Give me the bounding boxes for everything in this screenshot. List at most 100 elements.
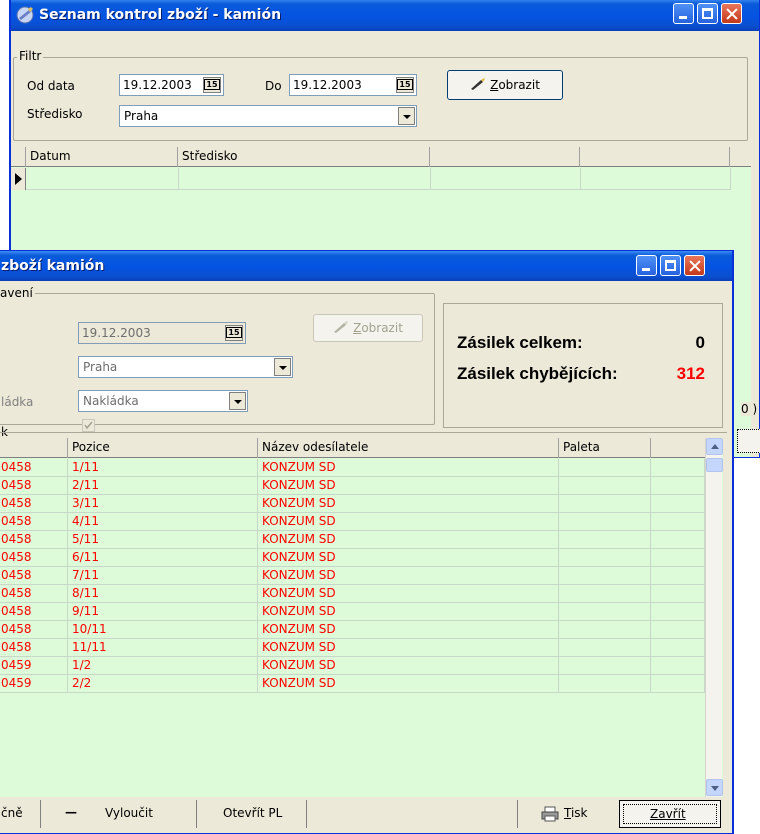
table-row[interactable]: 0458 5/11 KONZUM SD <box>0 531 705 549</box>
table-cell <box>651 549 705 567</box>
center-select-disabled[interactable]: Praha <box>78 356 293 378</box>
show-button-label: obrazit <box>498 78 540 92</box>
table-cell <box>559 531 651 549</box>
printer-icon <box>540 806 560 825</box>
table-row[interactable]: 0458 2/11 KONZUM SD <box>0 477 705 495</box>
bottom-toolbar: čně — Vyloučit Otevřít PL Tisk Zavřít <box>0 798 731 831</box>
back-grid-header: Datum Středisko <box>11 147 751 167</box>
open-pl-button[interactable]: Otevřít PL <box>207 800 307 828</box>
column-header-stredisko[interactable]: Středisko <box>178 147 430 167</box>
from-date-field[interactable]: 19.12.2003 15 <box>119 74 224 96</box>
table-row[interactable]: 0458 7/11 KONZUM SD <box>0 567 705 585</box>
table-row[interactable]: 0458 11/11 KONZUM SD <box>0 639 705 657</box>
table-row[interactable]: 0458 10/11 KONZUM SD <box>0 621 705 639</box>
table-row[interactable]: 0458 3/11 KONZUM SD <box>0 495 705 513</box>
table-cell: 3/11 <box>68 495 258 513</box>
center-select[interactable]: Praha <box>119 105 417 127</box>
table-cell <box>559 621 651 639</box>
from-date-label: Od data <box>27 79 75 93</box>
back-edge-text: 0 ) <box>741 402 758 416</box>
back-edge-button[interactable] <box>737 429 760 453</box>
back-window-titlebar[interactable]: Seznam kontrol zboží - kamión <box>11 0 759 31</box>
center-select-value: Praha <box>124 109 159 123</box>
table-cell: 0458 <box>0 459 68 477</box>
table-cell <box>559 585 651 603</box>
scroll-up-button[interactable] <box>706 438 723 455</box>
close-window-button[interactable] <box>684 255 705 276</box>
table-cell: 2/2 <box>68 675 258 693</box>
table-row[interactable]: 0458 4/11 KONZUM SD <box>0 513 705 531</box>
table-row[interactable]: 0458 6/11 KONZUM SD <box>0 549 705 567</box>
scroll-down-button[interactable] <box>706 779 723 796</box>
table-cell: KONZUM SD <box>258 657 559 675</box>
maximize-button[interactable] <box>697 3 718 24</box>
column-header-nazev[interactable]: Název odesílatele <box>258 438 559 458</box>
column-header-3[interactable] <box>430 147 580 167</box>
table-cell <box>559 567 651 585</box>
checkbox-disabled[interactable] <box>82 419 95 432</box>
chevron-down-icon[interactable] <box>398 107 415 125</box>
table-cell <box>651 621 705 639</box>
column-header-pozice[interactable]: Pozice <box>68 438 258 458</box>
table-row[interactable]: 0459 2/2 KONZUM SD <box>0 675 705 693</box>
table-cell <box>651 531 705 549</box>
show-button-label: obrazit <box>361 321 403 335</box>
chevron-down-icon[interactable] <box>274 358 291 376</box>
column-header-id[interactable] <box>0 438 68 458</box>
maximize-button[interactable] <box>660 255 681 276</box>
table-cell <box>651 567 705 585</box>
calendar-icon[interactable]: 15 <box>203 77 221 93</box>
table-row[interactable]: 0458 9/11 KONZUM SD <box>0 603 705 621</box>
date-field[interactable]: 19.12.2003 15 <box>78 322 246 344</box>
front-window-title: zboží kamión <box>1 258 105 274</box>
table-row[interactable]: 0458 1/11 KONZUM SD <box>0 459 705 477</box>
close-button-label: Zavřít <box>650 807 686 821</box>
table-cell: KONZUM SD <box>258 549 559 567</box>
minimize-button[interactable] <box>673 3 694 24</box>
missing-value: 312 <box>676 364 705 383</box>
partial-button-label: čně <box>1 806 23 820</box>
vertical-scrollbar[interactable] <box>705 438 723 797</box>
close-window-button[interactable] <box>721 3 742 24</box>
missing-label: Zásilek chybějících: <box>457 364 618 383</box>
table-cell: 1/11 <box>68 459 258 477</box>
column-header-datum[interactable]: Datum <box>26 147 178 167</box>
indicator-header <box>11 147 26 167</box>
close-button[interactable]: Zavřít <box>619 800 721 828</box>
table-cell: KONZUM SD <box>258 675 559 693</box>
table-row[interactable]: 0458 8/11 KONZUM SD <box>0 585 705 603</box>
calendar-icon[interactable]: 15 <box>396 77 414 93</box>
column-header-paleta[interactable]: Paleta <box>559 438 651 458</box>
table-cell: KONZUM SD <box>258 459 559 477</box>
show-button[interactable]: Zobrazit <box>447 70 563 100</box>
chevron-down-icon[interactable] <box>229 392 246 410</box>
calendar-icon[interactable]: 15 <box>225 325 243 341</box>
back-grid-row[interactable] <box>11 168 731 190</box>
center-select-value: Praha <box>83 360 118 374</box>
minimize-button[interactable] <box>636 255 657 276</box>
date-field-value: 19.12.2003 <box>82 326 151 340</box>
scroll-thumb[interactable] <box>706 458 723 472</box>
print-button-label: isk <box>570 806 588 820</box>
partial-button[interactable]: čně <box>0 800 41 828</box>
table-cell: KONZUM SD <box>258 531 559 549</box>
table-cell: 0458 <box>0 621 68 639</box>
table-cell: KONZUM SD <box>258 495 559 513</box>
print-button[interactable]: Tisk <box>517 800 617 828</box>
column-header-4[interactable] <box>580 147 730 167</box>
to-date-field[interactable]: 19.12.2003 15 <box>289 74 417 96</box>
table-cell: 0458 <box>0 639 68 657</box>
table-row[interactable]: 0459 1/2 KONZUM SD <box>0 657 705 675</box>
front-window: zboží kamión avení 19.12.2003 15 Zobrazi… <box>0 250 734 834</box>
table-cell <box>559 639 651 657</box>
table-cell: KONZUM SD <box>258 639 559 657</box>
exclude-button[interactable]: — Vyloučit <box>47 800 197 828</box>
show-button-disabled[interactable]: Zobrazit <box>313 314 423 342</box>
front-window-titlebar[interactable]: zboží kamión <box>0 251 732 281</box>
table-cell: 0458 <box>0 513 68 531</box>
table-cell: KONZUM SD <box>258 513 559 531</box>
column-header-blank <box>651 438 705 458</box>
table-cell <box>651 657 705 675</box>
loading-select[interactable]: Nakládka <box>78 390 248 412</box>
filter-group-title: Filtr <box>17 49 44 63</box>
